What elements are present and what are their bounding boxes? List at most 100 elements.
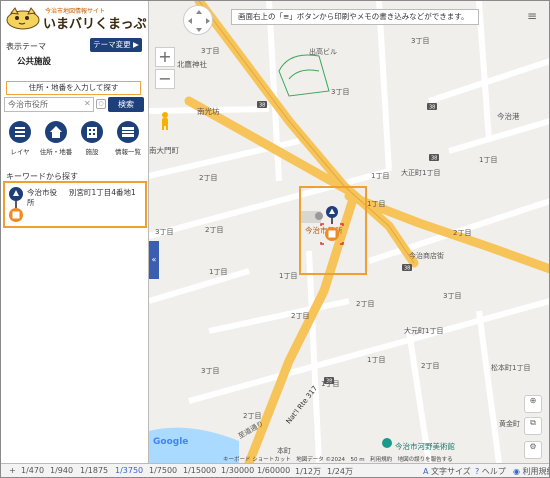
layer-tool-button[interactable]: レイヤ	[3, 121, 37, 157]
site-title: いまバリくまっぷ	[43, 17, 147, 32]
text-size-link[interactable]: A 文字サイズ	[423, 466, 471, 477]
terms-icon: ◉	[513, 467, 520, 476]
scale-option[interactable]: 1/1875	[80, 466, 108, 475]
locate-me-button[interactable]: ⊕	[524, 395, 542, 413]
map-label: 3丁目	[201, 47, 220, 55]
address-tool-button[interactable]: 住所・地番	[39, 121, 73, 157]
scale-option[interactable]: 1/12万	[295, 466, 321, 477]
map-label: 1丁目	[479, 156, 498, 164]
hamburger-menu-icon: ≡	[527, 9, 538, 23]
settings-button[interactable]: ⚙	[524, 441, 542, 459]
help-link[interactable]: ? ヘルプ	[475, 466, 506, 477]
map-label: 2丁目	[205, 226, 224, 234]
clear-icon[interactable]: ✕	[84, 99, 91, 108]
map-label: 2丁目	[356, 300, 375, 308]
minus-icon: −	[158, 69, 172, 88]
result-name-continued: 所	[27, 198, 35, 207]
tool-label: 住所・地番	[39, 148, 73, 156]
svg-text:38: 38	[259, 103, 265, 109]
map-label: 3丁目	[443, 292, 462, 300]
pegman-icon	[162, 112, 168, 130]
svg-text:38: 38	[429, 105, 435, 111]
tool-label: 情報一覧	[115, 148, 141, 156]
help-label: ヘルプ	[481, 467, 506, 476]
help-icon: ?	[475, 467, 480, 476]
scale-option[interactable]: 1/30000	[221, 466, 254, 475]
map-label: 黄金町	[499, 420, 520, 428]
map-label: 出高ビル	[309, 48, 337, 56]
directional-pad-icon	[188, 10, 210, 32]
city-hall-marker[interactable]	[313, 204, 349, 254]
text-size-icon: A	[423, 467, 429, 476]
scale-plus[interactable]: +	[9, 466, 16, 475]
layers-icon	[9, 121, 31, 143]
map-label: 松本町1丁目	[491, 364, 531, 372]
map-label: 1丁目	[321, 380, 340, 388]
search-option-icon[interactable]: ○	[96, 99, 106, 109]
google-logo: Google	[153, 437, 189, 447]
result-address: 別宮町1丁目4番地1	[69, 188, 136, 197]
map-label: 今治市河野美術館	[395, 442, 455, 451]
scale-option[interactable]: 1/7500	[149, 466, 177, 475]
map-label: 南大門町	[149, 146, 179, 155]
map-label: 2丁目	[199, 174, 218, 182]
terms-label: 利用規約	[522, 467, 549, 476]
address-search-toggle-button[interactable]: 住所・地番を入力して探す	[6, 81, 141, 95]
tool-label: 施設	[85, 148, 99, 156]
pan-control[interactable]	[183, 5, 213, 35]
zoom-in-button[interactable]: +	[155, 47, 175, 67]
search-button[interactable]: 検索	[108, 97, 144, 112]
facility-tool-button[interactable]: 施設	[75, 121, 109, 157]
map-label: 1丁目	[367, 356, 386, 364]
text-size-label: 文字サイズ	[431, 467, 471, 476]
map-label: 2丁目	[453, 229, 472, 237]
map-label: 1丁目	[367, 200, 386, 208]
map-label: 3丁目	[411, 37, 430, 45]
map-label: 南光坊	[197, 107, 220, 116]
map-label: 今治商店街	[409, 252, 444, 260]
search-input[interactable]: 今治市役所	[4, 97, 94, 112]
map-label: 3丁目	[201, 367, 220, 375]
map-label: 大元町1丁目	[404, 327, 444, 335]
crosshair-icon: ⊕	[529, 396, 537, 405]
gear-icon: ⚙	[529, 442, 537, 451]
map-attribution[interactable]: キーボード ショートカット 地図データ ©2024 50 m 利用規約 地図の誤…	[223, 455, 453, 463]
museum-pin-icon[interactable]	[381, 437, 393, 449]
map-label: 1丁目	[209, 268, 228, 276]
svg-text:38: 38	[404, 266, 410, 272]
map-label: 2丁目	[421, 362, 440, 370]
result-marker-icon	[9, 187, 23, 222]
search-result-item[interactable]: 今治市役 別宮町1丁目4番地1 所	[3, 181, 147, 228]
plus-icon: +	[158, 47, 172, 66]
layers-button[interactable]: ⧉	[524, 417, 542, 435]
tool-buttons: レイヤ 住所・地番 施設 情報一覧	[3, 121, 147, 157]
map-label: 1丁目	[371, 172, 390, 180]
map-info-banner: 画面右上の「≡」ボタンから印刷やメモの書き込みなどができます。	[231, 9, 479, 25]
zoom-out-button[interactable]: −	[155, 69, 175, 89]
double-chevron-left-icon: «	[151, 255, 157, 264]
site-logo[interactable]: 今治市地図情報サイト いまバリくまっぷ	[5, 4, 147, 32]
map-canvas[interactable]: 38 38 38 38 38 画面右上の「≡」ボタンから印刷やメモの書き込みなど…	[149, 1, 549, 463]
menu-button[interactable]: ≡	[527, 9, 537, 23]
scale-option[interactable]: 1/940	[50, 466, 73, 475]
map-label: 3丁目	[155, 228, 174, 236]
street-view-pegman[interactable]	[157, 111, 173, 131]
scale-option[interactable]: 1/470	[21, 466, 44, 475]
list-icon	[117, 121, 139, 143]
scale-option[interactable]: 1/24万	[327, 466, 353, 477]
info-list-tool-button[interactable]: 情報一覧	[111, 121, 145, 157]
map-label: 今治港	[497, 112, 520, 121]
svg-text:38: 38	[431, 156, 437, 162]
scale-option-active[interactable]: 1/3750	[115, 466, 143, 475]
scale-option[interactable]: 1/15000	[183, 466, 216, 475]
app-window: 今治市地図情報サイト いまバリくまっぷ 表示テーマ テーマ変更 ▶ 公共施設 住…	[0, 0, 550, 478]
scale-bar: + 1/470 1/940 1/1875 1/3750 1/7500 1/150…	[1, 463, 549, 477]
logo-mascot-icon	[6, 7, 40, 30]
current-theme: 公共施設	[17, 57, 52, 67]
theme-change-button[interactable]: テーマ変更 ▶	[90, 38, 142, 52]
house-icon	[45, 121, 67, 143]
tool-label: レイヤ	[10, 148, 30, 156]
scale-option[interactable]: 1/60000	[257, 466, 290, 475]
terms-link[interactable]: ◉ 利用規約	[513, 466, 549, 477]
collapse-sidebar-button[interactable]: «	[149, 241, 159, 279]
